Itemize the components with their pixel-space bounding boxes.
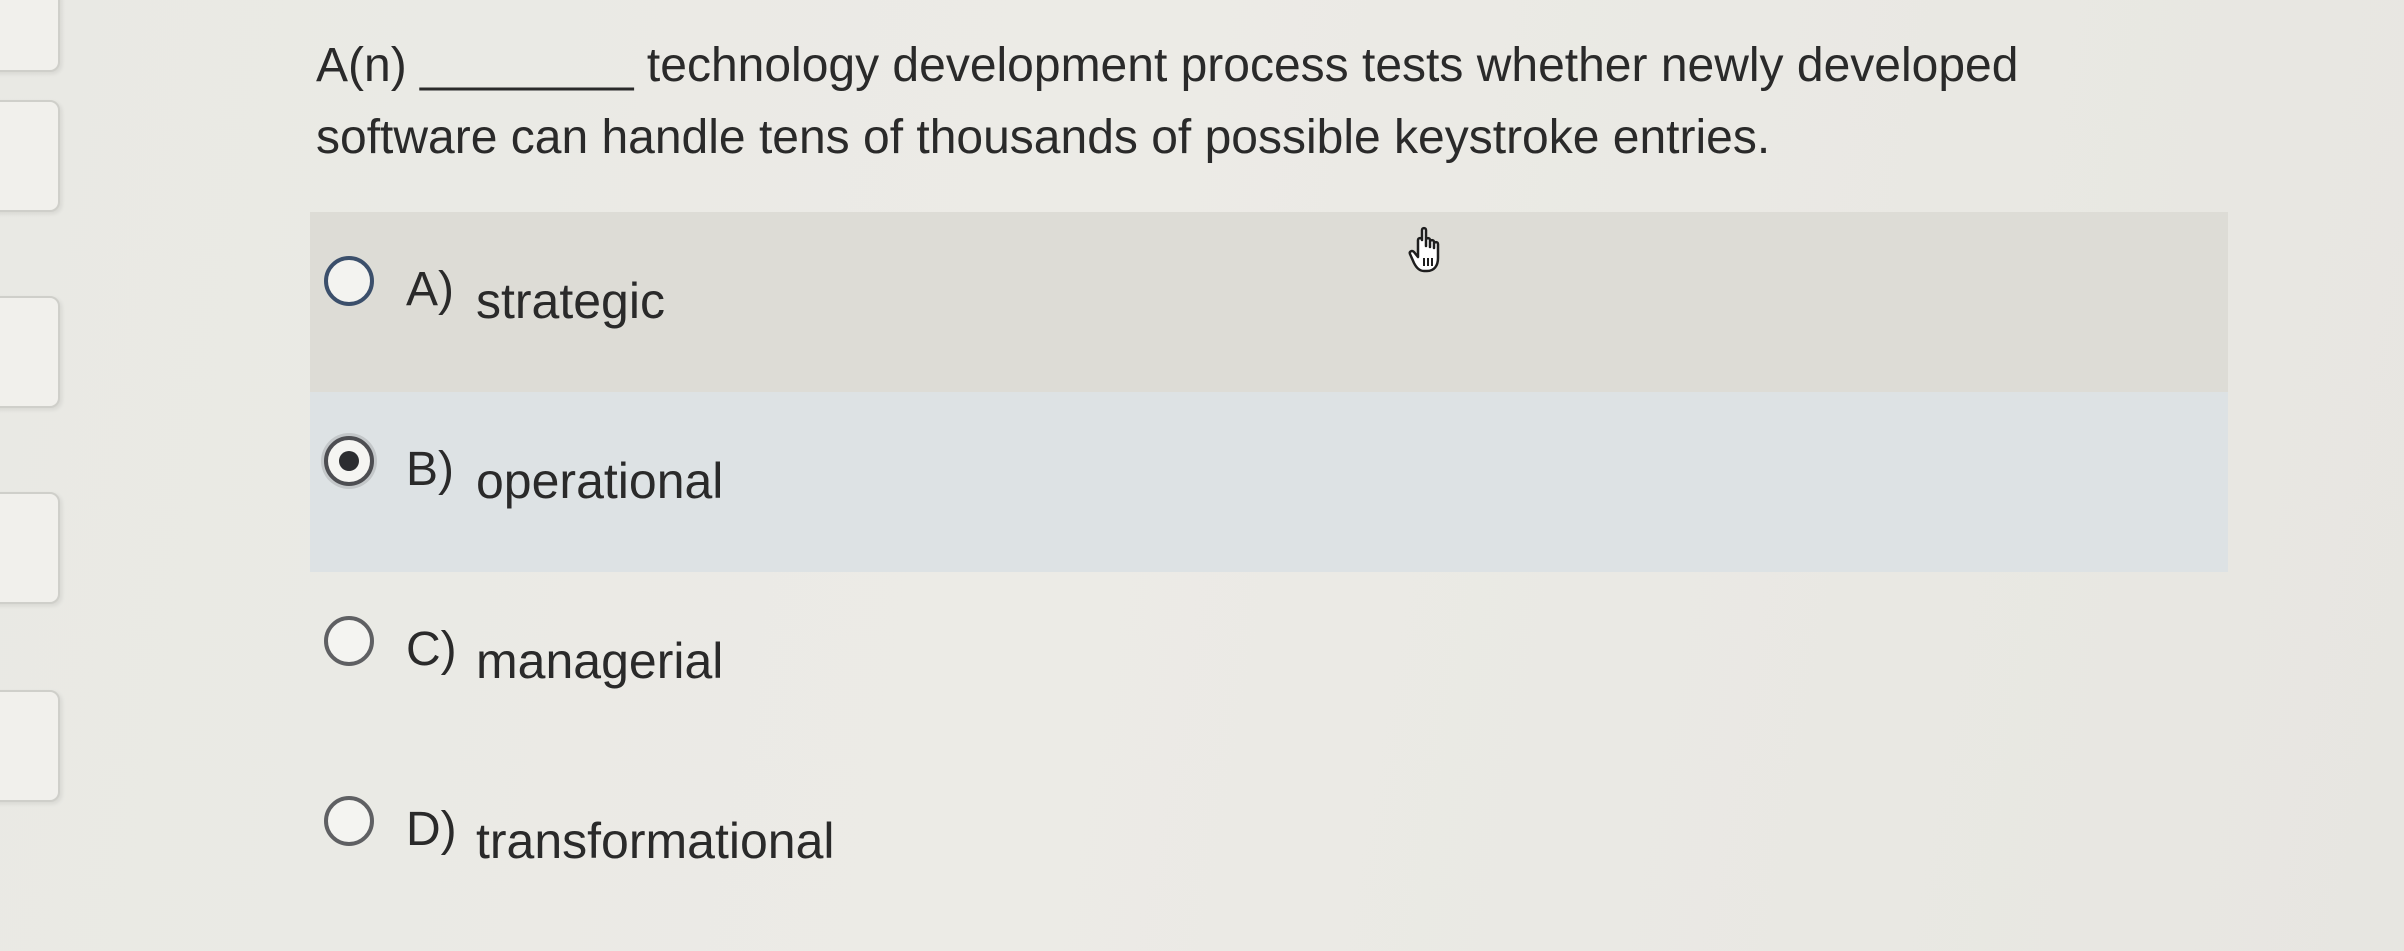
option-a[interactable]: A) strategic [310, 212, 2228, 392]
question-nav-item[interactable]: 5 [0, 492, 60, 604]
question-nav-item[interactable]: 9 [0, 100, 60, 212]
radio-button[interactable] [324, 256, 374, 306]
question-text: A(n) ________ technology development pro… [316, 39, 2019, 164]
option-label: strategic [476, 273, 665, 329]
option-letter: D) [406, 803, 457, 856]
answer-options: A) strategic B) operational C) manageria… [310, 212, 2228, 932]
option-letter: A) [406, 263, 454, 316]
radio-button[interactable] [324, 616, 374, 666]
question-nav-item[interactable]: 2 [0, 296, 60, 408]
option-letter: C) [406, 623, 457, 676]
radio-button-checked[interactable] [324, 436, 374, 486]
question-navigator: 9 2 5 8 [0, 0, 60, 951]
option-letter: B) [406, 443, 454, 496]
option-label: operational [476, 453, 724, 509]
option-label: transformational [476, 813, 835, 869]
radio-button[interactable] [324, 796, 374, 846]
option-c[interactable]: C) managerial [310, 572, 2228, 752]
option-label: managerial [476, 633, 724, 689]
question-nav-item[interactable]: 8 [0, 690, 60, 802]
question-nav-item[interactable] [0, 0, 60, 72]
option-d[interactable]: D) transformational [310, 752, 2228, 932]
option-b[interactable]: B) operational [310, 392, 2228, 572]
pointing-hand-cursor-icon [1408, 226, 1440, 273]
